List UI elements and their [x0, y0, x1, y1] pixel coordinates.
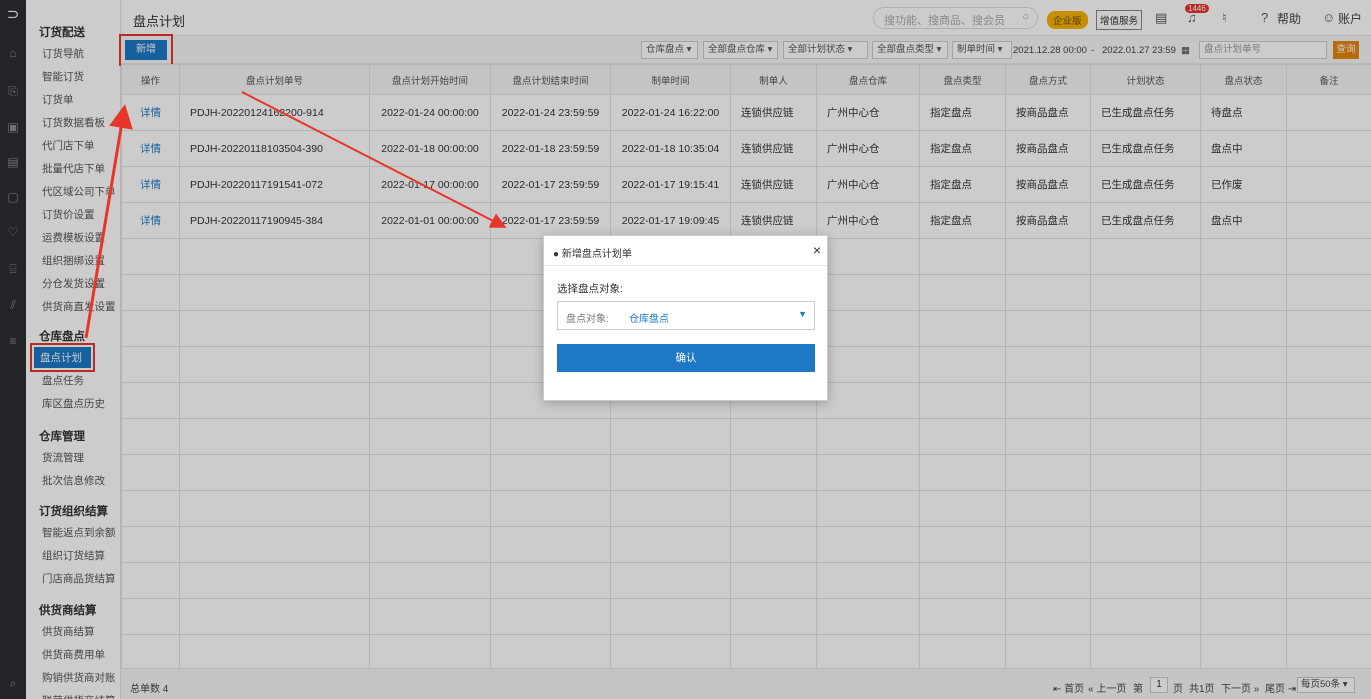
count-target-select[interactable]: 盘点对象: 仓库盘点 ▼	[557, 301, 815, 330]
new-plan-dialog: ● 新增盘点计划单 × 选择盘点对象: 盘点对象: 仓库盘点 ▼ 确认	[543, 235, 828, 401]
dialog-header: ● 新增盘点计划单 ×	[544, 236, 827, 266]
dialog-title-text: 新增盘点计划单	[561, 249, 632, 260]
select-value: 仓库盘点	[629, 314, 669, 325]
confirm-button[interactable]: 确认	[557, 344, 815, 372]
select-target-label: 选择盘点对象:	[557, 283, 623, 295]
dialog-title: ● 新增盘点计划单	[553, 249, 632, 260]
close-icon[interactable]: ×	[813, 243, 821, 257]
chevron-down-icon[interactable]: ▼	[798, 309, 807, 319]
select-field-label: 盘点对象:	[566, 314, 609, 325]
